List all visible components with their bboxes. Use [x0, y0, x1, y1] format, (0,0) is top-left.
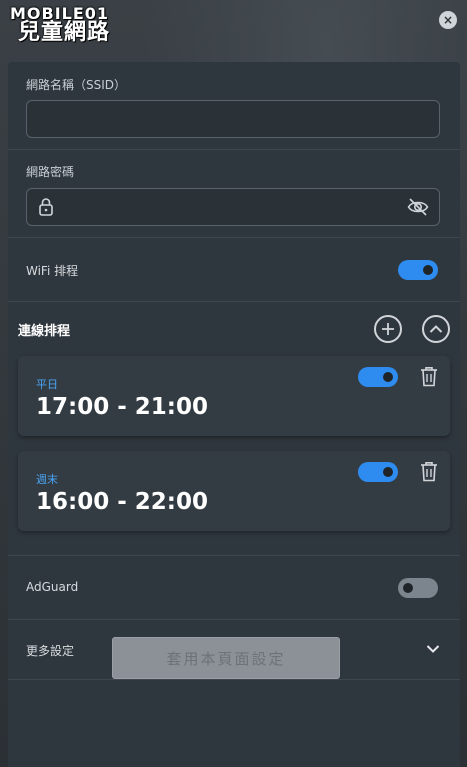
wifi-schedule-toggle[interactable] [398, 260, 438, 280]
connection-schedule-section: 連線排程 平日 17:00 - 21:00 週末 16:00 - 22:00 [8, 302, 460, 556]
schedule-time-range: 16:00 - 22:00 [36, 489, 208, 515]
adguard-section: AdGuard [8, 556, 460, 620]
watermark-logo: MOBILE01 [10, 4, 110, 23]
schedule-day-label: 平日 [36, 378, 58, 391]
ssid-input[interactable] [26, 100, 440, 138]
toggle-knob [383, 467, 393, 477]
schedule-toggle-weekday[interactable] [358, 367, 398, 387]
close-button[interactable]: × [439, 11, 457, 29]
adguard-toggle[interactable] [398, 578, 438, 598]
eye-slash-icon[interactable] [407, 197, 429, 217]
toggle-knob [423, 265, 433, 275]
top-bar: 兒童網路 MOBILE01 × [0, 0, 467, 62]
ssid-label: 網路名稱（SSID） [26, 78, 127, 92]
connection-schedule-title: 連線排程 [18, 324, 71, 339]
chevron-up-icon [429, 325, 443, 333]
close-icon: × [442, 13, 454, 27]
trash-icon[interactable] [420, 461, 438, 482]
trash-icon[interactable] [420, 366, 438, 387]
schedule-time-range: 17:00 - 21:00 [36, 394, 208, 420]
plus-icon [382, 323, 394, 335]
password-input[interactable] [26, 188, 440, 226]
chevron-down-icon[interactable] [426, 644, 440, 654]
schedule-toggle-weekend[interactable] [358, 462, 398, 482]
wifi-schedule-label: WiFi 排程 [26, 264, 79, 278]
add-schedule-button[interactable] [374, 315, 402, 343]
adguard-label: AdGuard [26, 580, 79, 594]
lock-icon [39, 198, 53, 216]
more-settings-label: 更多設定 [26, 644, 75, 658]
toggle-knob [403, 583, 413, 593]
ssid-section: 網路名稱（SSID） [8, 62, 460, 150]
schedule-card-weekday[interactable]: 平日 17:00 - 21:00 [18, 356, 450, 436]
password-label: 網路密碼 [26, 165, 75, 179]
wifi-schedule-section: WiFi 排程 [8, 238, 460, 302]
password-section: 網路密碼 [8, 150, 460, 238]
collapse-schedule-button[interactable] [422, 315, 450, 343]
toggle-knob [383, 372, 393, 382]
schedule-day-label: 週末 [36, 473, 58, 486]
schedule-card-weekend[interactable]: 週末 16:00 - 22:00 [18, 451, 450, 531]
apply-settings-button[interactable]: 套用本頁面設定 [112, 637, 340, 679]
